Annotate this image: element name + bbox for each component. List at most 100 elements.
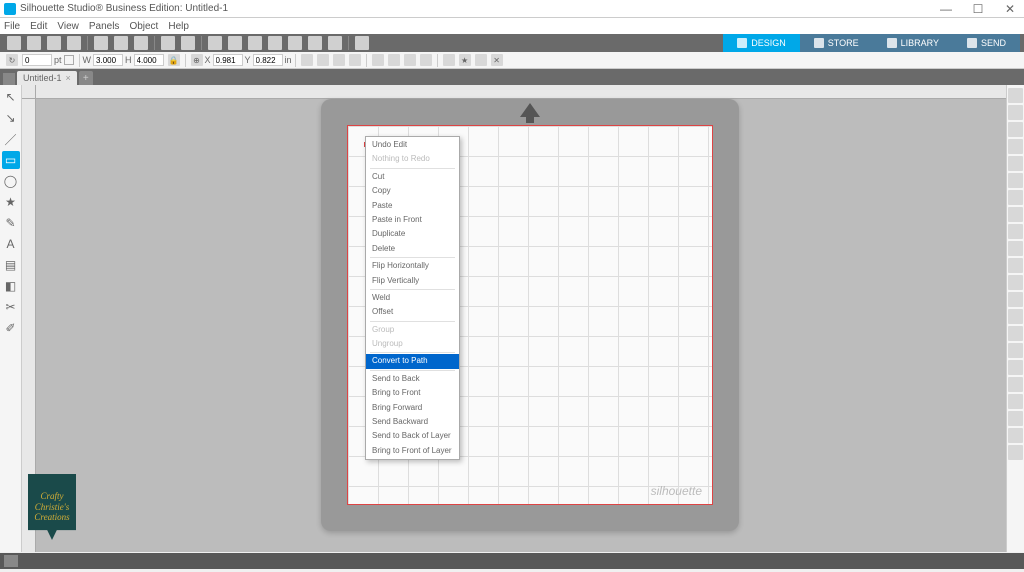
align2-icon[interactable]: [317, 54, 329, 66]
select-tool[interactable]: ↖: [2, 88, 20, 106]
line-tool[interactable]: ／: [2, 130, 20, 148]
menu-view[interactable]: View: [57, 21, 79, 32]
panel-warp-icon[interactable]: [1008, 411, 1023, 426]
text-tool[interactable]: A: [2, 235, 20, 253]
close-button[interactable]: ✕: [1000, 2, 1020, 16]
menu-object[interactable]: Object: [129, 21, 158, 32]
maximize-button[interactable]: ☐: [968, 2, 988, 16]
menu-help[interactable]: Help: [168, 21, 189, 32]
context-item-paste-in-front[interactable]: Paste in Front: [366, 213, 459, 227]
lock-check[interactable]: [64, 55, 74, 65]
ellipse-tool[interactable]: ◯: [2, 172, 20, 190]
group3-icon[interactable]: [404, 54, 416, 66]
panel-transform-icon[interactable]: [1008, 173, 1023, 188]
lock-aspect-icon[interactable]: 🔒: [168, 54, 180, 66]
select-icon[interactable]: [208, 36, 222, 50]
width-input[interactable]: [93, 54, 123, 66]
tab-store[interactable]: STORE: [800, 34, 873, 52]
context-item-send-to-back-of-layer[interactable]: Send to Back of Layer: [366, 429, 459, 443]
freehand-tool[interactable]: ✎: [2, 214, 20, 232]
menu-file[interactable]: File: [4, 21, 20, 32]
panel-linestyle-icon[interactable]: [1008, 139, 1023, 154]
panel-text-icon[interactable]: [1008, 241, 1023, 256]
polygon-tool[interactable]: ★: [2, 193, 20, 211]
cutset-icon[interactable]: [355, 36, 369, 50]
save-icon[interactable]: [47, 36, 61, 50]
paste-icon[interactable]: [134, 36, 148, 50]
eyedropper-tool[interactable]: ✐: [2, 319, 20, 337]
x-input[interactable]: [213, 54, 243, 66]
context-item-offset[interactable]: Offset: [366, 305, 459, 319]
panel-pixscan-icon[interactable]: [1008, 105, 1023, 120]
panel-emboss-icon[interactable]: [1008, 309, 1023, 324]
context-item-copy[interactable]: Copy: [366, 184, 459, 198]
y-input[interactable]: [253, 54, 283, 66]
panel-sketch-icon[interactable]: [1008, 275, 1023, 290]
context-item-duplicate[interactable]: Duplicate: [366, 227, 459, 241]
panel-page-icon[interactable]: [1008, 88, 1023, 103]
rotate-icon[interactable]: ↻: [6, 54, 18, 66]
align3-icon[interactable]: [333, 54, 345, 66]
group4-icon[interactable]: [420, 54, 432, 66]
context-item-weld[interactable]: Weld: [366, 291, 459, 305]
panel-modify-icon[interactable]: [1008, 207, 1023, 222]
align4-icon[interactable]: [349, 54, 361, 66]
height-input[interactable]: [134, 54, 164, 66]
panel-extra-icon[interactable]: [1008, 445, 1023, 460]
box-icon[interactable]: [475, 54, 487, 66]
tab-send[interactable]: SEND: [953, 34, 1020, 52]
context-item-bring-forward[interactable]: Bring Forward: [366, 401, 459, 415]
context-item-bring-to-front-of-layer[interactable]: Bring to Front of Layer: [366, 444, 459, 458]
pan-icon[interactable]: [328, 36, 342, 50]
panel-nest-icon[interactable]: [1008, 343, 1023, 358]
document-tab[interactable]: Untitled-1 ×: [17, 71, 77, 85]
context-item-bring-to-front[interactable]: Bring to Front: [366, 386, 459, 400]
undo-icon[interactable]: [161, 36, 175, 50]
panel-rhinestone-icon[interactable]: [1008, 326, 1023, 341]
tab-design[interactable]: DESIGN: [723, 34, 800, 52]
zoom-icon[interactable]: [228, 36, 242, 50]
note-tool[interactable]: ▤: [2, 256, 20, 274]
rectangle-tool[interactable]: ▭: [2, 151, 20, 169]
panel-media-icon[interactable]: [1008, 360, 1023, 375]
align-icon[interactable]: [301, 54, 313, 66]
context-item-convert-to-path[interactable]: Convert to Path: [366, 354, 459, 368]
context-item-undo-edit[interactable]: Undo Edit: [366, 138, 459, 152]
panel-trace-icon[interactable]: [1008, 156, 1023, 171]
xy-icon[interactable]: ⊕: [191, 54, 203, 66]
mirror-icon[interactable]: [443, 54, 455, 66]
copy-icon[interactable]: [114, 36, 128, 50]
minimize-button[interactable]: —: [936, 2, 956, 16]
panel-barcode-icon[interactable]: [1008, 394, 1023, 409]
cut-icon[interactable]: [94, 36, 108, 50]
context-item-flip-vertically[interactable]: Flip Vertically: [366, 274, 459, 288]
star-icon[interactable]: ★: [459, 54, 471, 66]
group-icon[interactable]: [372, 54, 384, 66]
new-icon[interactable]: [7, 36, 21, 50]
fit-icon[interactable]: [308, 36, 322, 50]
panel-tiling-icon[interactable]: [1008, 428, 1023, 443]
context-item-paste[interactable]: Paste: [366, 199, 459, 213]
panel-fill-icon[interactable]: [1008, 122, 1023, 137]
zoomout-icon[interactable]: [268, 36, 282, 50]
open-icon[interactable]: [27, 36, 41, 50]
tab-library[interactable]: LIBRARY: [873, 34, 953, 52]
print-icon[interactable]: [67, 36, 81, 50]
close-tab-icon[interactable]: ×: [66, 73, 71, 83]
panel-replicate-icon[interactable]: [1008, 190, 1023, 205]
ungroup-icon[interactable]: [388, 54, 400, 66]
canvas[interactable]: silhouette: [36, 99, 1006, 552]
context-item-flip-horizontally[interactable]: Flip Horizontally: [366, 259, 459, 273]
delete-icon[interactable]: ✕: [491, 54, 503, 66]
eraser-tool[interactable]: ◧: [2, 277, 20, 295]
panel-offset-icon[interactable]: [1008, 224, 1023, 239]
panel-image-icon[interactable]: [1008, 258, 1023, 273]
knife-tool[interactable]: ✂: [2, 298, 20, 316]
edit-points-tool[interactable]: ↘: [2, 109, 20, 127]
add-tab-button[interactable]: +: [79, 71, 93, 85]
tab-nav-icon[interactable]: [3, 73, 15, 85]
context-item-send-to-back[interactable]: Send to Back: [366, 372, 459, 386]
context-item-delete[interactable]: Delete: [366, 242, 459, 256]
context-item-cut[interactable]: Cut: [366, 170, 459, 184]
menu-panels[interactable]: Panels: [89, 21, 120, 32]
